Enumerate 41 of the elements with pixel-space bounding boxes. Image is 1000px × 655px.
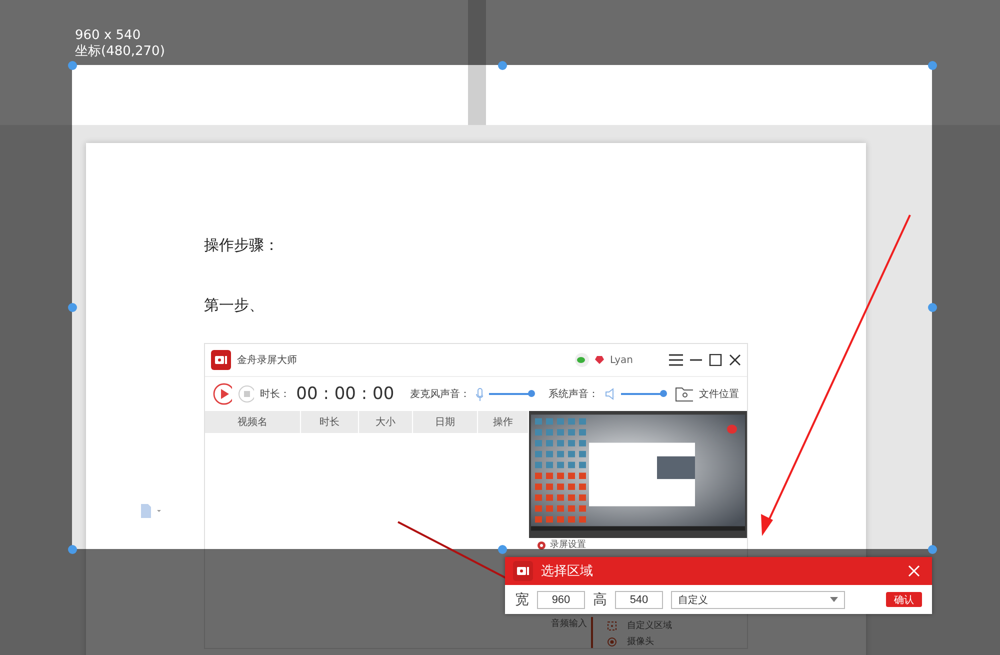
- play-icon[interactable]: [213, 383, 232, 405]
- column-header: 日期: [413, 411, 478, 433]
- selection-coordinates: 坐标(480,270): [75, 44, 165, 60]
- resize-handle[interactable]: [928, 303, 937, 312]
- camera-logo-icon: [513, 561, 533, 581]
- user-name[interactable]: Lyan: [610, 354, 633, 366]
- preset-dropdown[interactable]: 自定义: [671, 590, 845, 608]
- resize-handle[interactable]: [928, 545, 937, 554]
- menu-icon[interactable]: [669, 354, 683, 366]
- duration-label: 时长：: [260, 388, 290, 401]
- chat-icon[interactable]: [574, 353, 589, 367]
- document-paragraph: 操作步骤：: [204, 235, 280, 255]
- settings-title: 录屏设置: [550, 540, 586, 550]
- column-header: 时长: [301, 411, 359, 433]
- resize-handle[interactable]: [68, 303, 77, 312]
- maximize-icon[interactable]: [709, 354, 723, 366]
- width-label: 宽: [515, 590, 529, 608]
- app-title: 金舟录屏大师: [237, 354, 298, 367]
- confirm-button[interactable]: 确认: [886, 592, 922, 607]
- close-icon[interactable]: [729, 354, 741, 366]
- dashed-square-icon: [607, 620, 617, 630]
- target-icon: [607, 636, 617, 646]
- document-paragraph: 第一步、: [204, 295, 265, 315]
- column-header: 视频名: [205, 411, 301, 433]
- height-field[interactable]: 540: [615, 590, 663, 608]
- file-location-link[interactable]: 文件位置: [698, 387, 739, 401]
- dialog-title: 选择区域: [541, 563, 594, 580]
- folder-icon[interactable]: [675, 386, 693, 402]
- caret-icon: [830, 597, 838, 602]
- system-volume-label: 系统声音：: [548, 388, 599, 401]
- slider-thumb[interactable]: [660, 390, 668, 397]
- mic-volume-label: 麦克风声音：: [410, 388, 470, 401]
- duration-value: 00 : 00 : 00: [296, 384, 394, 404]
- selection-size: 960 x 540: [75, 28, 142, 44]
- resize-handle[interactable]: [68, 545, 77, 554]
- camera-logo-icon: [211, 350, 231, 370]
- slider-thumb[interactable]: [528, 390, 536, 397]
- width-field[interactable]: 960: [537, 590, 585, 608]
- height-label: 高: [593, 590, 607, 608]
- audio-input-label: 音频输入: [550, 618, 588, 631]
- column-header: 大小: [359, 411, 413, 433]
